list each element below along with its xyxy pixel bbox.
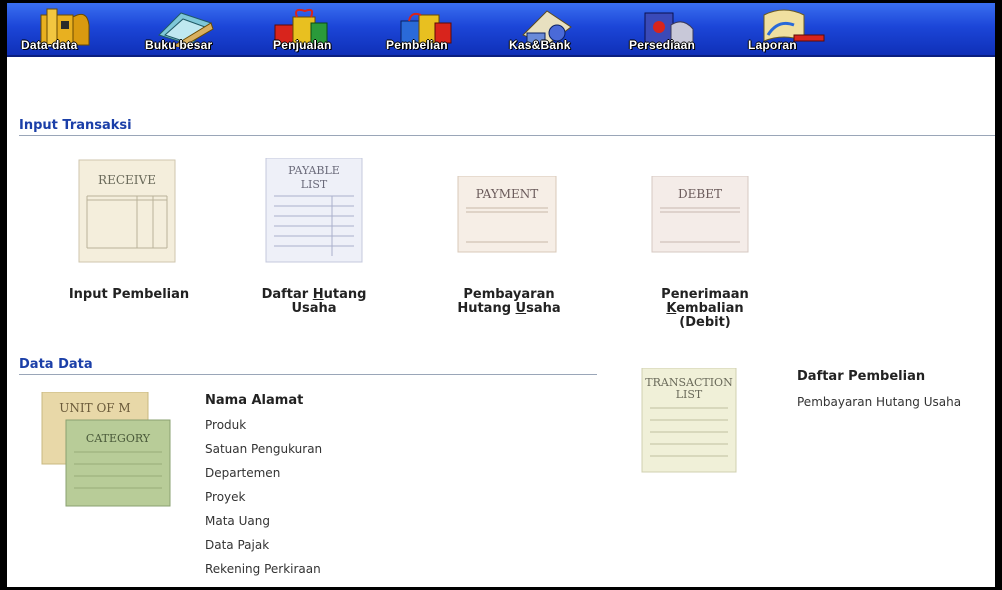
doc-title: RECEIVE — [98, 173, 156, 187]
toolbar-label: Penjualan — [273, 38, 332, 52]
toolbar-buku-besar[interactable]: Buku besar — [135, 3, 235, 55]
debet-form-icon[interactable]: DEBET — [650, 175, 754, 260]
label-line: Penerimaan — [661, 287, 749, 302]
toolbar-pembelian[interactable]: Pembelian — [377, 3, 477, 55]
payable-list-icon[interactable]: PAYABLE LIST — [262, 157, 366, 268]
toolbar-label: Buku besar — [145, 38, 213, 52]
section-title-data-data: Data Data — [19, 357, 93, 372]
label-line: Kembalian — [666, 301, 744, 316]
svg-text:LIST: LIST — [676, 388, 703, 401]
toolbar-penjualan[interactable]: Penjualan — [257, 3, 347, 55]
link-data-pajak[interactable]: Data Pajak — [205, 538, 269, 552]
label-line: Input Pembelian — [68, 287, 190, 302]
doc-title: UNIT OF M — [59, 401, 130, 415]
penerimaan-kembalian-link[interactable]: Penerimaan Kembalian (Debit) — [640, 288, 770, 330]
toolbar-label: Kas&Bank — [509, 38, 571, 52]
toolbar-data-data[interactable]: Data-data — [17, 3, 117, 55]
link-produk[interactable]: Produk — [205, 418, 246, 432]
link-daftar-pembelian[interactable]: Daftar Pembelian — [797, 369, 925, 384]
toolbar-label: Data-data — [21, 38, 78, 52]
toolbar-laporan[interactable]: Laporan — [742, 3, 842, 55]
link-proyek[interactable]: Proyek — [205, 490, 245, 504]
pembayaran-hutang-usaha-link[interactable]: Pembayaran Hutang Usaha — [434, 288, 584, 316]
link-rekening-perkiraan[interactable]: Rekening Perkiraan — [205, 562, 321, 576]
section-title-input-transaksi: Input Transaksi — [19, 118, 132, 133]
daftar-hutang-usaha-link[interactable]: Daftar Hutang Usaha — [234, 288, 394, 316]
input-pembelian-link[interactable]: Input Pembelian — [52, 288, 206, 302]
doc-title: DEBET — [678, 187, 722, 201]
link-mata-uang[interactable]: Mata Uang — [205, 514, 270, 528]
link-departemen[interactable]: Departemen — [205, 466, 280, 480]
label-line: Hutang Usaha — [457, 301, 561, 316]
doc-title: PAYMENT — [476, 187, 539, 201]
toolbar-label: Pembelian — [386, 38, 448, 52]
link-pembayaran-hutang-usaha[interactable]: Pembayaran Hutang Usaha — [797, 395, 961, 409]
link-satuan-pengukuran[interactable]: Satuan Pengukuran — [205, 442, 322, 456]
payment-form-icon[interactable]: PAYMENT — [456, 175, 560, 260]
label-line: Usaha — [291, 301, 337, 316]
svg-text:PAYABLE: PAYABLE — [288, 164, 340, 177]
toolbar-kas-bank[interactable]: Kas&Bank — [503, 3, 593, 55]
label-line: Daftar Hutang — [261, 287, 367, 302]
doc-title: CATEGORY — [86, 432, 151, 445]
svg-text:LIST: LIST — [301, 178, 328, 191]
toolbar-label: Laporan — [748, 38, 797, 52]
link-nama-alamat[interactable]: Nama Alamat — [205, 393, 303, 408]
transaction-list-icon[interactable]: TRANSACTION LIST — [640, 367, 740, 482]
receive-form-icon[interactable]: RECEIVE — [75, 158, 179, 268]
main-toolbar: Data-data Buku besar Penjualan Pembelian — [7, 3, 995, 57]
toolbar-label: Persediaan — [629, 38, 696, 52]
unit-category-icon[interactable]: UNIT OF M CATEGORY — [40, 391, 180, 516]
label-line: (Debit) — [679, 315, 731, 330]
toolbar-persediaan[interactable]: Persediaan — [623, 3, 723, 55]
label-line: Pembayaran — [463, 287, 555, 302]
section-divider — [19, 135, 995, 136]
section-divider — [19, 374, 597, 375]
